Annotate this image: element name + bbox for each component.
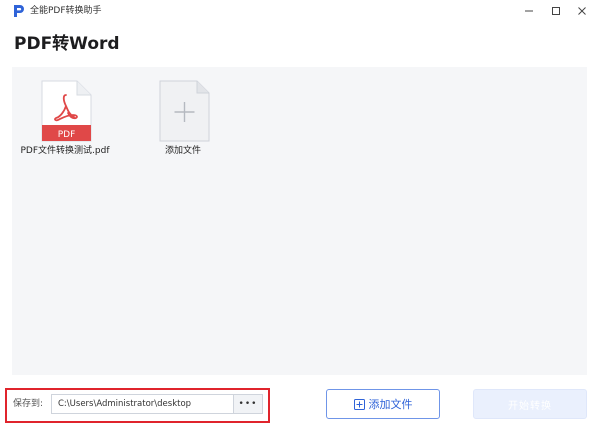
start-convert-label: 开始转换 bbox=[508, 400, 552, 412]
browse-button[interactable]: ••• bbox=[233, 394, 263, 414]
add-file-tile[interactable]: 添加文件 bbox=[133, 80, 233, 172]
more-icon: ••• bbox=[238, 399, 258, 409]
start-convert-button[interactable]: 开始转换 bbox=[473, 389, 587, 419]
minimize-icon bbox=[525, 10, 533, 12]
pdf-badge: PDF bbox=[58, 130, 76, 140]
app-logo-icon bbox=[14, 5, 24, 17]
save-to-label: 保存到: bbox=[13, 399, 44, 409]
add-file-button[interactable]: 添加文件 bbox=[326, 389, 440, 419]
close-button[interactable] bbox=[572, 3, 592, 19]
add-file-icon bbox=[159, 80, 210, 142]
file-name: PDF文件转换测试.pdf bbox=[20, 146, 110, 156]
pdf-file-icon: PDF bbox=[41, 80, 92, 142]
page-title: PDF转Word bbox=[14, 34, 120, 54]
close-icon bbox=[578, 7, 586, 15]
minimize-button[interactable] bbox=[519, 3, 539, 19]
window-title: 全能PDF转换助手 bbox=[30, 6, 102, 16]
file-item[interactable]: PDF PDF文件转换测试.pdf bbox=[15, 80, 115, 172]
maximize-button[interactable] bbox=[546, 3, 566, 19]
plus-square-icon bbox=[353, 398, 365, 410]
add-file-button-label: 添加文件 bbox=[368, 398, 413, 411]
save-path-input[interactable] bbox=[51, 394, 233, 414]
title-bar: 全能PDF转换助手 bbox=[0, 0, 600, 22]
add-file-label: 添加文件 bbox=[164, 146, 201, 156]
maximize-icon bbox=[552, 7, 560, 15]
